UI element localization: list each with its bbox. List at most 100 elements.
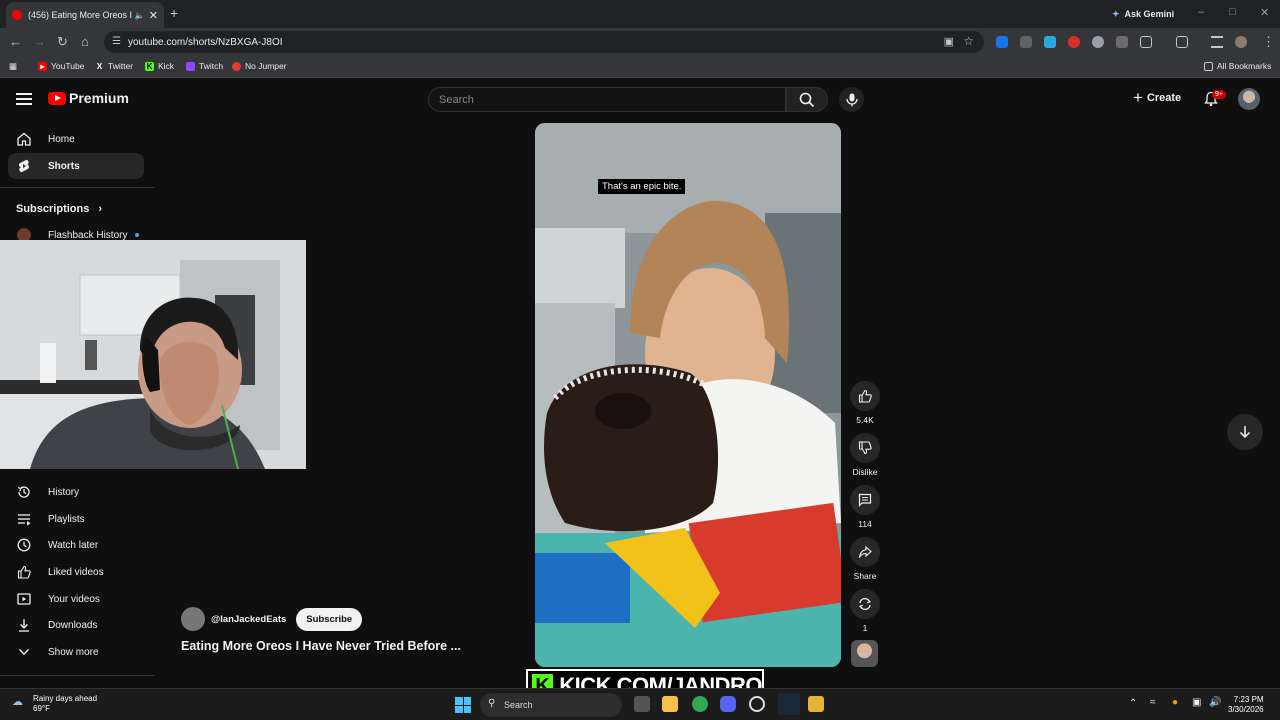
sidebar-item-watch-later[interactable]: Watch later (8, 532, 144, 558)
webcam-overlay (0, 240, 306, 469)
obs-icon[interactable] (749, 696, 765, 712)
sidebar-show-more[interactable]: Show more (8, 639, 144, 665)
extension-2-icon[interactable] (1020, 36, 1032, 48)
bookmark-kick[interactable]: K Kick (145, 61, 174, 71)
sidebar-divider (0, 675, 154, 676)
share-button[interactable]: Share (849, 537, 881, 581)
browser-menu-icon[interactable]: ⋮ (1262, 35, 1275, 48)
short-channel-row: @IanJackedEats Subscribe (181, 607, 363, 631)
reading-list-icon[interactable] (1211, 36, 1223, 48)
reload-icon[interactable]: ↻ (57, 35, 68, 48)
task-view-icon[interactable] (634, 696, 650, 712)
extensions-puzzle-icon[interactable] (1140, 36, 1152, 48)
sidebar-item-history[interactable]: History (8, 479, 144, 505)
app-icon[interactable] (808, 696, 824, 712)
close-window-icon[interactable]: ✕ (1260, 6, 1269, 19)
volume-icon[interactable]: 🔊 (1209, 697, 1221, 708)
bookmark-label: Twitch (199, 61, 224, 71)
site-info-icon[interactable]: ☰ (112, 36, 121, 47)
short-title[interactable]: Eating More Oreos I Have Never Tried Bef… (181, 639, 461, 653)
gemini-icon: ✦ (1112, 8, 1120, 19)
channel-handle[interactable]: @IanJackedEats (211, 614, 286, 625)
steam-icon[interactable] (778, 693, 800, 715)
remix-button[interactable]: 1 (849, 589, 881, 633)
tray-chevron-up-icon[interactable]: ⌃ (1129, 698, 1137, 709)
extension-4-icon[interactable] (1068, 36, 1080, 48)
taskbar-search[interactable]: ⚲ Search (480, 693, 622, 717)
search-input[interactable]: Search (428, 87, 786, 112)
back-icon[interactable]: ← (9, 35, 22, 48)
file-explorer-icon[interactable] (662, 696, 678, 712)
start-button[interactable] (455, 697, 471, 713)
maximize-icon[interactable]: □ (1229, 6, 1236, 18)
sidebar-item-label: Shorts (48, 160, 80, 172)
sidebar-item-shorts[interactable]: Shorts (8, 153, 144, 179)
bookmark-twitch[interactable]: Twitch (186, 61, 223, 71)
voice-search-button[interactable] (839, 87, 864, 112)
extension-5-icon[interactable] (1092, 36, 1104, 48)
bookmark-youtube[interactable]: ▸ YouTube (38, 61, 84, 71)
extension-1-icon[interactable] (996, 36, 1008, 48)
youtube-premium-logo[interactable]: Premium (48, 90, 129, 106)
search-icon: ⚲ (488, 698, 496, 709)
sidebar-item-playlists[interactable]: Playlists (8, 506, 144, 532)
apps-grid-icon[interactable]: ▦ (9, 61, 17, 72)
sidebar-item-home[interactable]: Home (8, 126, 144, 152)
browser-tab[interactable]: (456) Eating More Oreos I Ha 🔈 ✕ (6, 2, 164, 28)
ask-gemini-button[interactable]: ✦ Ask Gemini (1104, 5, 1182, 23)
bookmark-twitter[interactable]: X Twitter (95, 61, 133, 71)
audio-icon[interactable]: 🔈 (135, 11, 145, 20)
channel-avatar[interactable] (181, 607, 205, 631)
subscriptions-label: Subscriptions (16, 203, 90, 215)
taskbar-search-label: Search (504, 700, 533, 710)
dislike-button[interactable]: Dislike (849, 433, 881, 477)
folder-icon (1204, 61, 1213, 71)
forward-icon[interactable]: → (33, 35, 46, 48)
sidebar-item-label: History (48, 486, 80, 498)
sidebar-divider (0, 187, 154, 188)
extension-6-icon[interactable] (1116, 36, 1128, 48)
create-button[interactable]: + Create (1133, 89, 1181, 106)
mic-tray-icon[interactable]: ● (1172, 697, 1178, 708)
home-icon (17, 132, 31, 146)
install-app-icon[interactable]: ▣ (944, 35, 954, 48)
sidebar-item-liked-videos[interactable]: Liked videos (8, 559, 144, 585)
account-avatar[interactable] (1238, 88, 1260, 110)
new-content-dot (135, 233, 140, 237)
short-video-player[interactable] (535, 123, 841, 667)
sidebar-item-downloads[interactable]: Downloads (8, 612, 144, 638)
bookmark-label: YouTube (51, 61, 85, 71)
home-button-icon[interactable]: ⌂ (81, 35, 89, 48)
close-tab-icon[interactable]: ✕ (149, 9, 158, 22)
dislike-label: Dislike (852, 467, 878, 477)
address-toolbar: ← → ↻ ⌂ ☰ youtube.com/shorts/NzBXGA-J8OI… (0, 28, 1280, 56)
all-bookmarks[interactable]: All Bookmarks (1204, 61, 1271, 71)
menu-icon[interactable] (16, 93, 32, 105)
bookmark-no-jumper[interactable]: No Jumper (232, 61, 287, 71)
weather-widget[interactable]: ☁ Rainy days ahead 69°F (12, 694, 97, 714)
system-clock[interactable]: 7:23 PM 3/30/2026 (1228, 695, 1264, 715)
url-field[interactable]: ☰ youtube.com/shorts/NzBXGA-J8OI ▣ ☆ (104, 31, 984, 53)
side-panel-icon[interactable] (1176, 36, 1188, 48)
sound-source-avatar[interactable] (851, 640, 878, 667)
network-icon[interactable]: ≈ (1150, 697, 1156, 708)
subscriptions-header[interactable]: Subscriptions › (16, 203, 102, 215)
new-tab-icon[interactable]: + (170, 5, 178, 21)
no-jumper-icon (232, 61, 241, 71)
minimize-icon[interactable]: – (1198, 6, 1204, 18)
like-button[interactable]: 5.4K (849, 381, 881, 425)
extension-3-icon[interactable] (1044, 36, 1056, 48)
comments-button[interactable]: 114 (849, 485, 881, 529)
next-short-button[interactable] (1227, 414, 1263, 450)
bookmark-star-icon[interactable]: ☆ (963, 34, 974, 48)
subscribe-button[interactable]: Subscribe (296, 607, 363, 631)
profile-avatar-icon[interactable] (1235, 36, 1247, 48)
weather-summary: Rainy days ahead (33, 694, 98, 703)
thumbs-up-icon (850, 381, 880, 411)
search-button[interactable] (786, 87, 828, 112)
clock-date: 3/30/2026 (1228, 705, 1264, 714)
chrome-icon[interactable] (692, 696, 708, 712)
sidebar-item-your-videos[interactable]: Your videos (8, 586, 144, 612)
display-icon[interactable]: ▣ (1192, 697, 1201, 708)
discord-icon[interactable] (720, 696, 736, 712)
